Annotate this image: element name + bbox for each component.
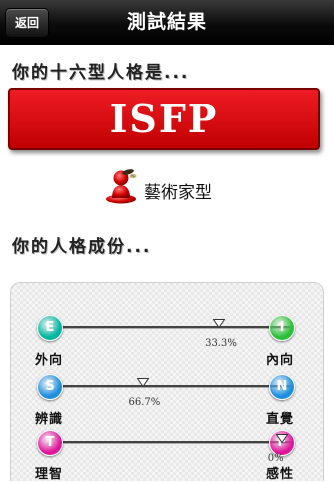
letter-t-icon: T <box>37 430 63 456</box>
type-name: 藝術家型 <box>144 183 212 203</box>
letter-i-icon: I <box>269 315 295 341</box>
sensing-label: 辨識 <box>35 412 64 427</box>
thinking-label: 理智 <box>35 467 64 482</box>
ei-percent: 33.3% <box>205 338 237 349</box>
tf-marker-icon <box>275 434 288 443</box>
navigation-bar: 返回 測試結果 <box>0 0 334 45</box>
sn-percent: 66.7% <box>128 397 161 408</box>
ei-scale-track <box>59 326 291 328</box>
type-code: ISFP <box>109 96 219 141</box>
letter-e-icon: E <box>37 315 63 341</box>
intuition-label: 直覺 <box>266 412 295 427</box>
feeling-label: 感性 <box>266 467 295 482</box>
sn-scale-track <box>59 385 291 387</box>
red-person-artist-icon <box>106 169 137 204</box>
personality-breakdown-panel: E I 33.3% 外向 內向 S N 66.7% 辨識 直覺 T F 0% 理… <box>10 282 324 482</box>
result-heading: 你的十六型人格是... <box>12 63 190 83</box>
type-banner: ISFP <box>8 88 320 150</box>
breakdown-heading: 你的人格成份... <box>12 237 152 257</box>
letter-s-icon: S <box>37 374 63 400</box>
sn-marker-icon <box>136 378 149 387</box>
extravert-label: 外向 <box>35 353 64 368</box>
ei-marker-icon <box>213 319 226 328</box>
page-title: 測試結果 <box>126 11 207 33</box>
introvert-label: 內向 <box>266 353 295 368</box>
tf-scale-track <box>59 441 291 443</box>
letter-n-icon: N <box>269 374 295 400</box>
